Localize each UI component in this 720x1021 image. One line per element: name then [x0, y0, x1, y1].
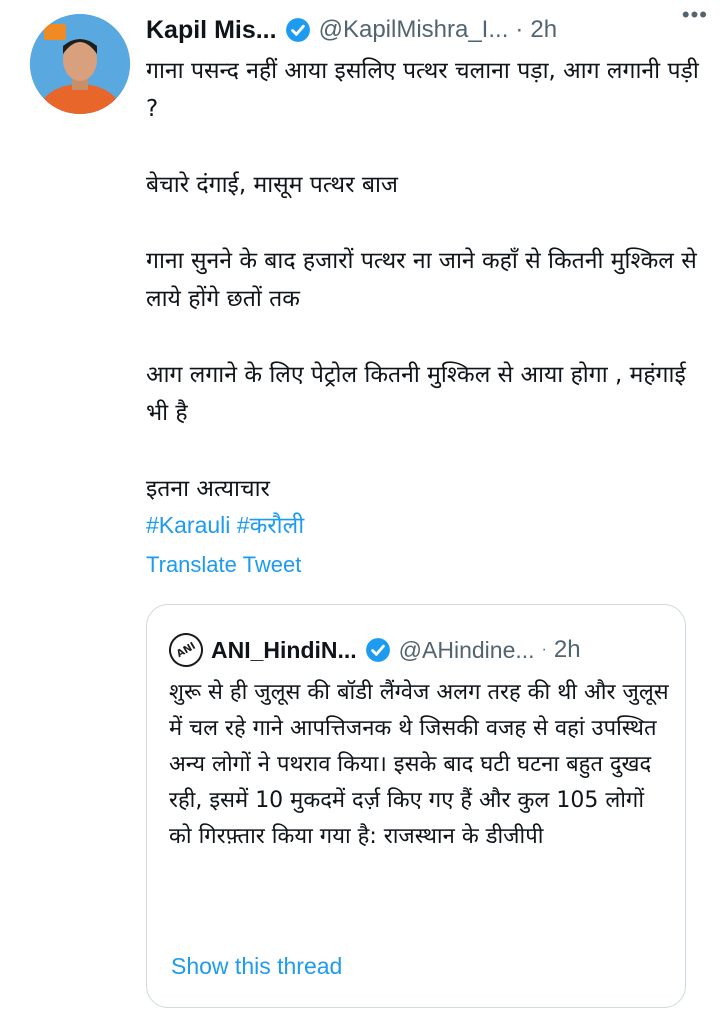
quoted-author-handle: @AHindine...: [398, 636, 535, 663]
tweet-text: गाना पसन्द नहीं आया इसलिए पत्थर चलाना पड…: [146, 52, 706, 508]
separator-dot: ·: [541, 641, 547, 658]
quoted-author-name: ANI_HindiN...: [211, 636, 357, 663]
verified-badge-icon: [285, 18, 310, 42]
hashtag-link[interactable]: #Karauli: [146, 512, 230, 538]
verified-badge-icon: [365, 638, 390, 662]
avatar[interactable]: [30, 14, 130, 114]
quoted-tweet-header: ANI ANI_HindiN... @AHindine... · 2h: [162, 626, 669, 674]
tweet-paragraph: गाना सुनने के बाद हजारों पत्थर ना जाने क…: [146, 248, 697, 312]
hashtag-line: #Karauli #करौली: [146, 506, 304, 544]
quoted-tweet-text: शुरू से ही जुलूस की बॉडी लैंग्वेज अलग तर…: [169, 680, 669, 849]
separator-dot: ·: [515, 16, 524, 43]
author-name[interactable]: Kapil Mis...: [146, 16, 277, 45]
show-thread-link[interactable]: Show this thread: [171, 953, 342, 980]
tweet-header: Kapil Mis... @KapilMishra_I... · 2h: [146, 10, 706, 50]
quoted-timestamp: 2h: [553, 636, 581, 663]
party-badge-icon: [44, 24, 66, 40]
translate-tweet-link[interactable]: Translate Tweet: [146, 552, 301, 578]
tweet-paragraph: इतना अत्याचार: [146, 476, 270, 502]
tweet-timestamp[interactable]: 2h: [530, 16, 557, 44]
author-handle[interactable]: @KapilMishra_I...: [319, 16, 509, 44]
tweet-paragraph: बेचारे दंगाई, मासूम पत्थर बाज: [146, 172, 398, 198]
tweet-paragraph: गाना पसन्द नहीं आया इसलिए पत्थर चलाना पड…: [146, 58, 699, 122]
quoted-avatar: ANI: [162, 626, 210, 674]
tweet-paragraph: आग लगाने के लिए पेट्रोल कितनी मुश्किल से…: [146, 362, 686, 426]
more-options-icon[interactable]: •••: [682, 2, 708, 28]
quoted-tweet-card[interactable]: ANI ANI_HindiN... @AHindine... · 2h शुरू…: [146, 604, 686, 1008]
hashtag-link[interactable]: #करौली: [237, 512, 304, 538]
